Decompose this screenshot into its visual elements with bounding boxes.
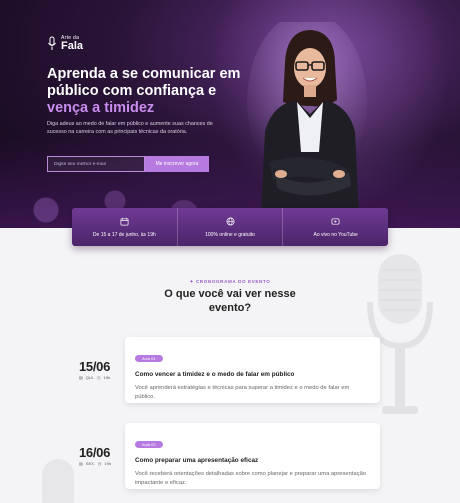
info-youtube-label: Ao vivo no YouTube bbox=[313, 231, 358, 238]
email-input[interactable] bbox=[47, 156, 145, 172]
info-online-label: 100% online e gratuito bbox=[205, 231, 255, 238]
microphone-icon bbox=[48, 36, 56, 50]
play-icon bbox=[331, 217, 340, 225]
date-meta: ▤ QUI. ◷ 19h bbox=[79, 375, 110, 380]
date-time: 19h bbox=[104, 461, 112, 466]
agenda-date-1: 15/06 ▤ QUI. ◷ 19h bbox=[79, 359, 110, 380]
speaker-photo bbox=[247, 22, 367, 212]
calendar-small-icon: ▤ bbox=[79, 375, 83, 380]
info-date-label: De 15 a 17 de junho, às 19h bbox=[92, 231, 156, 238]
agenda-eyebrow: ✦ CRONOGRAMA DO EVENTO bbox=[189, 279, 271, 284]
lesson-description: Você receberá orientações detalhadas sob… bbox=[135, 471, 367, 486]
hero-section: Arte da Fala Aprenda a se comunicar em p… bbox=[0, 0, 460, 228]
calendar-small-icon: ▤ bbox=[79, 461, 83, 466]
clock-icon: ◷ bbox=[97, 375, 101, 380]
info-date: De 15 a 17 de junho, às 19h bbox=[72, 208, 178, 246]
agenda-card-2[interactable]: Aula 02 Como preparar uma apresentação e… bbox=[125, 423, 380, 489]
lesson-tag: Aula 02 bbox=[135, 441, 163, 448]
globe-icon bbox=[226, 217, 234, 225]
agenda-date-2: 16/06 ▤ SEX. ◷ 19h bbox=[79, 445, 111, 466]
date-weekday: QUI. bbox=[85, 375, 95, 380]
date-meta: ▤ SEX. ◷ 19h bbox=[79, 461, 111, 466]
clock-icon: ◷ bbox=[97, 461, 102, 466]
signup-form: Me inscrever agora bbox=[47, 156, 209, 172]
headline-main: Aprenda a se comunicar em público com co… bbox=[47, 66, 241, 99]
hero-subtext: Diga adeus ao medo de falar em público e… bbox=[47, 121, 213, 135]
date-weekday: SEX. bbox=[85, 461, 95, 466]
date-time: 19h bbox=[103, 375, 111, 380]
lesson-title: Como vencer a timidez e o medo de falar … bbox=[135, 371, 295, 378]
info-online: 100% online e gratuito bbox=[178, 208, 284, 246]
hero-headline: Aprenda a se comunicar em público com co… bbox=[47, 66, 247, 117]
subscribe-button[interactable]: Me inscrever agora bbox=[145, 156, 209, 172]
agenda-title: O que você vai ver nesse evento? bbox=[164, 288, 296, 314]
logo-big-text: Fala bbox=[61, 40, 84, 52]
date-day: 16/06 bbox=[79, 445, 111, 460]
event-info-bar: De 15 a 17 de junho, às 19h 100% online … bbox=[72, 208, 388, 246]
date-day: 15/06 bbox=[79, 359, 111, 374]
lesson-tag: Aula 01 bbox=[135, 355, 163, 362]
agenda-card-1[interactable]: Aula 01 Como vencer a timidez e o medo d… bbox=[125, 337, 380, 403]
calendar-icon bbox=[120, 217, 129, 225]
lesson-title: Como preparar uma apresentação eficaz bbox=[135, 457, 259, 464]
info-youtube: Ao vivo no YouTube bbox=[283, 208, 388, 246]
headline-accent: vença a timidez bbox=[47, 100, 155, 116]
logo[interactable]: Arte da Fala bbox=[47, 36, 83, 52]
lesson-description: Você aprenderá estratégias e técnicas pa… bbox=[135, 385, 350, 400]
